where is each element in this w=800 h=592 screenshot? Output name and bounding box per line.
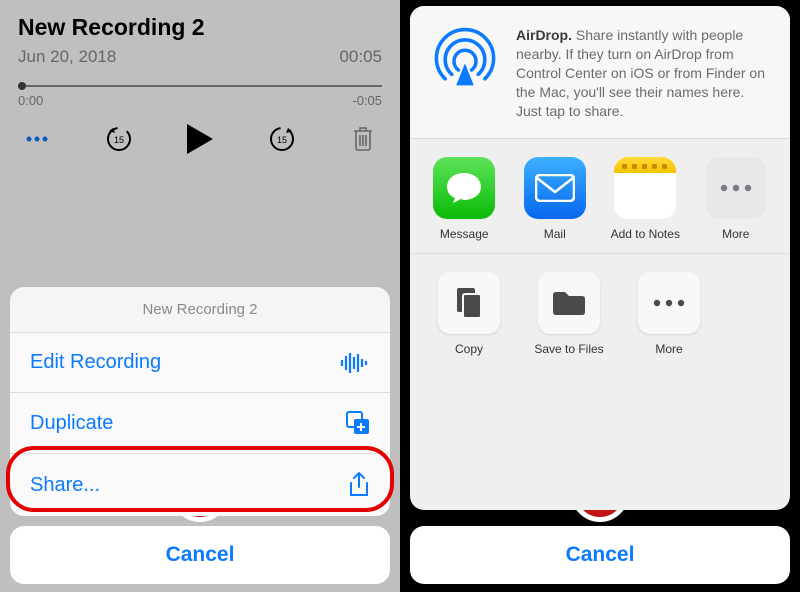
folder-icon — [551, 289, 587, 317]
copy-action[interactable]: Copy — [424, 272, 514, 356]
cancel-button[interactable]: Cancel — [410, 526, 790, 584]
share-apps-row: Message Mail Add to Notes More — [410, 139, 790, 254]
message-app[interactable]: Message — [424, 157, 505, 241]
edit-recording-label: Edit Recording — [30, 351, 161, 374]
svg-text:15: 15 — [113, 135, 123, 145]
rewind-15-icon[interactable]: 15 — [104, 124, 134, 154]
more-icon — [652, 298, 686, 308]
mail-app[interactable]: Mail — [515, 157, 596, 241]
time-remaining: -0:05 — [352, 93, 382, 108]
airdrop-description: AirDrop. Share instantly with people nea… — [516, 26, 768, 120]
share-label: Share... — [30, 474, 100, 497]
recording-date: Jun 20, 2018 — [18, 47, 116, 67]
left-screen: New Recording 2 Jun 20, 2018 00:05 0:00 … — [0, 0, 400, 592]
share-actions-row: Copy Save to Files More — [410, 254, 790, 368]
waveform-icon — [340, 352, 370, 374]
trash-icon[interactable] — [348, 124, 378, 154]
time-elapsed: 0:00 — [18, 93, 43, 108]
more-actions[interactable]: More — [624, 272, 714, 356]
playback-scrubber[interactable] — [18, 85, 382, 87]
right-screen: AirDrop. Share instantly with people nea… — [400, 0, 800, 592]
play-icon[interactable] — [185, 124, 215, 154]
cancel-button[interactable]: Cancel — [10, 526, 390, 584]
notes-app[interactable]: Add to Notes — [605, 157, 686, 241]
message-icon — [445, 171, 483, 205]
more-options-icon[interactable] — [22, 124, 52, 154]
action-sheet: New Recording 2 Edit Recording Duplicate… — [10, 287, 390, 584]
save-to-files-action[interactable]: Save to Files — [524, 272, 614, 356]
share-icon — [348, 472, 370, 498]
airdrop-section[interactable]: AirDrop. Share instantly with people nea… — [410, 6, 790, 139]
more-icon — [719, 183, 753, 193]
share-sheet: AirDrop. Share instantly with people nea… — [410, 6, 790, 510]
forward-15-icon[interactable]: 15 — [267, 124, 297, 154]
svg-text:15: 15 — [276, 135, 286, 145]
sheet-title: New Recording 2 — [10, 287, 390, 333]
share-row[interactable]: Share... — [10, 454, 390, 516]
recording-title: New Recording 2 — [18, 14, 382, 41]
edit-recording-row[interactable]: Edit Recording — [10, 333, 390, 393]
duplicate-row[interactable]: Duplicate — [10, 393, 390, 454]
recording-duration: 00:05 — [339, 47, 382, 67]
duplicate-label: Duplicate — [30, 412, 113, 435]
mail-icon — [535, 174, 575, 202]
copy-icon — [454, 286, 484, 320]
notes-icon — [614, 161, 676, 171]
duplicate-icon — [346, 411, 370, 435]
airdrop-icon — [432, 26, 498, 92]
more-apps[interactable]: More — [696, 157, 777, 241]
